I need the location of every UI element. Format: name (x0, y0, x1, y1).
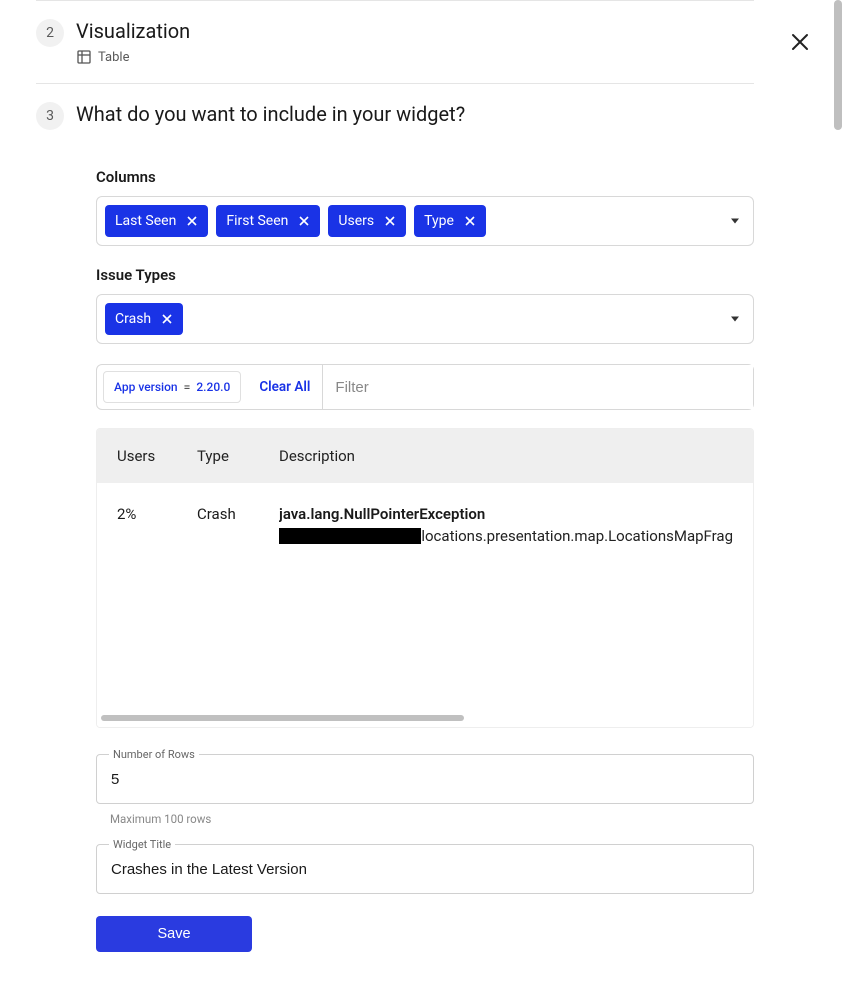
filter-op: = (184, 380, 191, 394)
table-row[interactable]: 2% Crash java.lang.NullPointerException … (97, 483, 753, 567)
step-title: What do you want to include in your widg… (76, 102, 465, 126)
close-icon (465, 216, 475, 226)
field-label: Number of Rows (109, 748, 199, 761)
chip-label: Type (424, 213, 454, 229)
cell-users: 2% (117, 505, 197, 523)
columns-select[interactable]: Last Seen First Seen Users Type (96, 196, 754, 246)
filter-input[interactable] (322, 365, 753, 409)
widget-title-input[interactable] (111, 845, 739, 893)
table-header: Users Type Description (97, 429, 753, 483)
step-subtitle-text: Table (98, 50, 129, 65)
column-chip: Last Seen (105, 205, 208, 237)
chip-remove[interactable] (186, 215, 198, 227)
filter-bar: App version = 2.20.0 Clear All (96, 364, 754, 410)
chip-label: First Seen (226, 213, 288, 229)
table-body: 2% Crash java.lang.NullPointerException … (97, 483, 753, 727)
number-of-rows-input[interactable] (111, 755, 739, 803)
close-icon (299, 216, 309, 226)
step-title: Visualization (76, 19, 190, 43)
filter-key: App version (114, 380, 178, 394)
step-2-header[interactable]: 2 Visualization Table (36, 1, 754, 84)
column-chip: Users (328, 205, 406, 237)
step-3-header: 3 What do you want to include in your wi… (36, 84, 754, 148)
column-header-description[interactable]: Description (279, 447, 733, 465)
chip-label: Crash (115, 311, 151, 327)
widget-title-field: Widget Title (96, 844, 754, 894)
preview-table: Users Type Description 2% Crash java.lan… (96, 428, 754, 728)
dropdown-caret-icon[interactable] (731, 317, 739, 322)
field-label: Widget Title (109, 838, 175, 851)
cell-description: java.lang.NullPointerException locations… (279, 505, 733, 545)
scrollbar-thumb[interactable] (101, 715, 464, 721)
column-header-users[interactable]: Users (117, 447, 197, 465)
column-chip: First Seen (216, 205, 320, 237)
description-subtitle: locations.presentation.map.LocationsMapF… (279, 527, 733, 545)
vertical-scrollbar[interactable] (834, 0, 842, 988)
rows-helper-text: Maximum 100 rows (110, 812, 754, 826)
close-icon (162, 314, 172, 324)
cell-type: Crash (197, 505, 279, 523)
horizontal-scrollbar[interactable] (101, 715, 749, 723)
close-icon (187, 216, 197, 226)
close-icon (791, 33, 809, 51)
issue-type-chip: Crash (105, 303, 183, 335)
clear-all-button[interactable]: Clear All (247, 365, 322, 409)
scrollbar-thumb[interactable] (834, 0, 842, 130)
filter-chip[interactable]: App version = 2.20.0 (103, 371, 241, 403)
close-icon (385, 216, 395, 226)
save-button[interactable]: Save (96, 916, 252, 952)
description-path: locations.presentation.map.LocationsMapF… (421, 527, 733, 545)
chip-remove[interactable] (298, 215, 310, 227)
description-title: java.lang.NullPointerException (279, 505, 733, 523)
columns-label: Columns (96, 168, 754, 186)
step-number-badge: 2 (36, 19, 64, 47)
dropdown-caret-icon[interactable] (731, 219, 739, 224)
step-number-badge: 3 (36, 102, 64, 130)
table-icon (76, 49, 92, 65)
number-of-rows-field: Number of Rows (96, 754, 754, 804)
chip-remove[interactable] (161, 313, 173, 325)
chip-remove[interactable] (384, 215, 396, 227)
column-chip: Type (414, 205, 486, 237)
chip-remove[interactable] (464, 215, 476, 227)
redacted-text (279, 528, 421, 544)
column-header-type[interactable]: Type (197, 447, 279, 465)
issue-types-select[interactable]: Crash (96, 294, 754, 344)
step-3-body: Columns Last Seen First Seen Users (96, 168, 754, 952)
chip-label: Users (338, 213, 374, 229)
issue-types-label: Issue Types (96, 266, 754, 284)
filter-value: 2.20.0 (196, 380, 230, 394)
chip-label: Last Seen (115, 213, 176, 229)
step-subtitle: Table (76, 49, 190, 65)
close-button[interactable] (788, 30, 812, 54)
